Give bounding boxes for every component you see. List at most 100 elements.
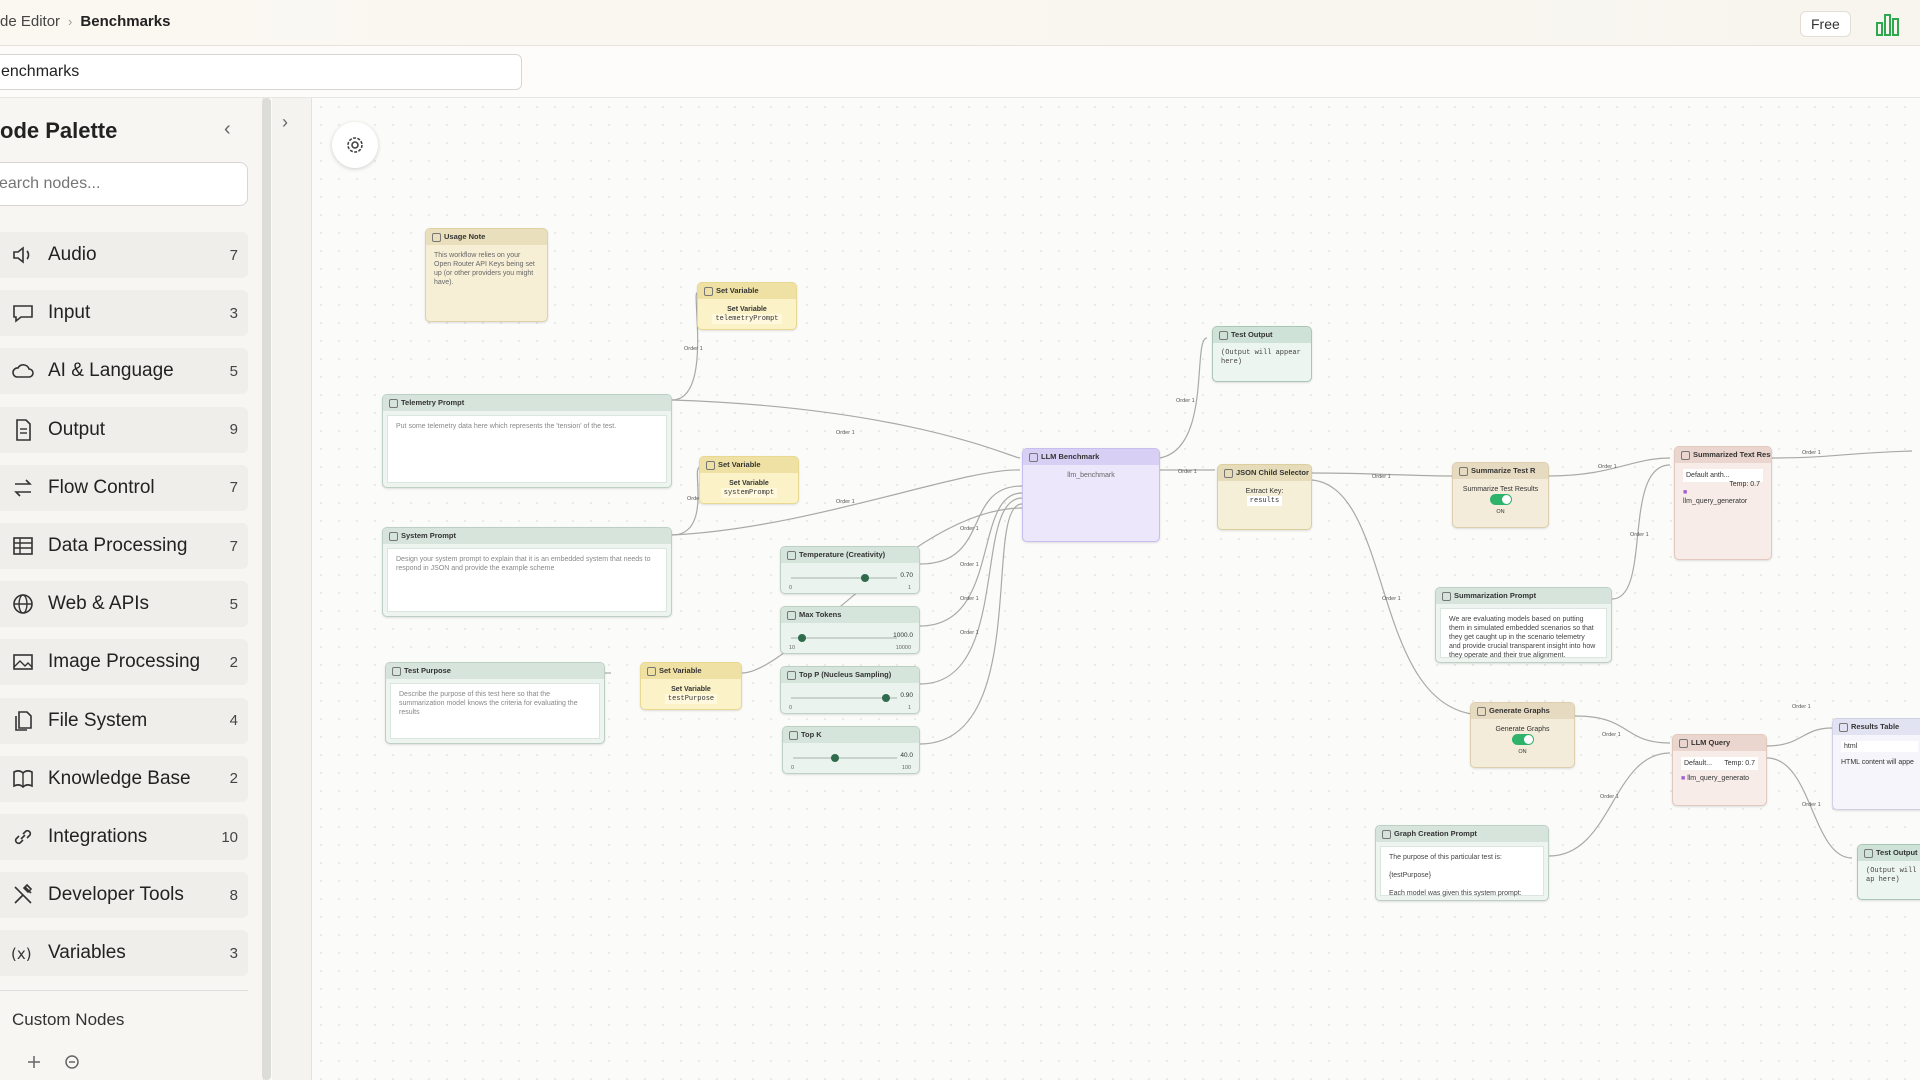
slider-min: 10 (789, 645, 796, 651)
category-image-processing[interactable]: Image Processing 2 (0, 639, 248, 686)
node-title: LLM Query (1673, 735, 1766, 751)
model-name[interactable]: Default anth... (1686, 472, 1730, 479)
svg-text:Order 1: Order 1 (836, 499, 855, 505)
max-tokens-slider-node[interactable]: Max Tokens 1000.0 10 10000 (780, 606, 920, 654)
category-developer-tools[interactable]: Developer Tools 8 (0, 872, 248, 919)
prompt-textarea[interactable]: Put some telemetry data here which repre… (387, 415, 667, 483)
test-output-node[interactable]: Test Output (Output will ap here) (1857, 844, 1920, 900)
category-label: Web & APIs (48, 593, 150, 615)
workflow-canvas[interactable]: Order 1 Order 1 Order 1 Order 1 Order 1 … (312, 98, 1920, 1080)
category-input[interactable]: Input 3 (0, 290, 248, 337)
summarize-switch-node[interactable]: Summarize Test R Summarize Test Results O… (1452, 462, 1549, 528)
node-title: Set Variable (698, 283, 796, 299)
prompt-textarea[interactable]: The purpose of this particular test is: … (1380, 846, 1544, 897)
category-data-processing[interactable]: Data Processing 7 (0, 523, 248, 569)
variable-name[interactable]: testPurpose (664, 694, 718, 704)
prompt-textarea[interactable]: We are evaluating models based on puttin… (1440, 608, 1607, 659)
slider-min: 0 (791, 765, 795, 771)
edge (919, 485, 1023, 565)
summarized-results-node[interactable]: Summarized Text Results Default anth... … (1674, 446, 1772, 560)
node-label: Summarize Test Results (1462, 486, 1539, 493)
graph-creation-prompt-node[interactable]: Graph Creation Prompt The purpose of thi… (1375, 825, 1549, 901)
category-audio[interactable]: Audio 7 (0, 232, 248, 278)
category-ai-language[interactable]: AI & Language 5 (0, 348, 248, 395)
custom-node-actions (0, 1050, 100, 1074)
tool-icon: ■ (1683, 489, 1688, 496)
slider-handle[interactable] (797, 634, 806, 642)
slider-handle[interactable] (830, 754, 839, 762)
category-count: 10 (221, 828, 238, 846)
prompt-textarea[interactable]: Describe the purpose of this test here s… (390, 683, 600, 739)
edge (1548, 752, 1671, 857)
category-file-system[interactable]: File System 4 (0, 697, 248, 744)
slider-track[interactable] (791, 697, 897, 699)
prompt-line: Each model was given this system prompt: (1389, 890, 1522, 897)
category-output[interactable]: Output 9 (0, 406, 248, 453)
prompt-line: The purpose of this particular test is: (1389, 854, 1502, 861)
category-variables[interactable]: (x) Variables 3 (0, 930, 248, 977)
slider-track[interactable] (793, 757, 897, 759)
test-purpose-node[interactable]: Test Purpose Describe the purpose of thi… (385, 662, 605, 744)
category-flow-control[interactable]: Flow Control 7 (0, 464, 248, 511)
extract-key-value[interactable]: results (1246, 496, 1283, 506)
node-title: Usage Note (426, 229, 547, 245)
workflow-name-input[interactable] (0, 54, 522, 90)
usage-note-node[interactable]: Usage Note This workflow relies on your … (425, 228, 548, 322)
breadcrumb-parent[interactable]: de Editor (0, 13, 60, 30)
type-select[interactable]: html (1841, 741, 1918, 752)
temperature-value: Temp: 0.7 (1724, 760, 1755, 767)
system-prompt-node[interactable]: System Prompt Design your system prompt … (382, 527, 672, 617)
set-variable-node[interactable]: Set Variable Set Variable testPurpose (640, 662, 742, 710)
top-p-slider-node[interactable]: Top P (Nucleus Sampling) 0.90 0 1 (780, 666, 920, 714)
divider (0, 990, 248, 991)
category-knowledge-base[interactable]: Knowledge Base 2 (0, 755, 248, 802)
category-label: Knowledge Base (48, 767, 191, 789)
breadcrumb: de Editor › Benchmarks (0, 13, 170, 30)
bar-chart-icon[interactable] (1872, 8, 1904, 40)
json-child-selector-node[interactable]: JSON Child Selector Extract Key: results (1217, 464, 1312, 530)
slider-track[interactable] (791, 637, 897, 639)
toggle-switch[interactable] (1489, 494, 1512, 505)
workflow-name-bar (0, 46, 1920, 98)
variable-name[interactable]: telemetryPrompt (712, 314, 782, 324)
variable-name[interactable]: systemPrompt (720, 488, 778, 498)
set-variable-node[interactable]: Set Variable Set Variable telemetryPrompt (697, 282, 797, 330)
category-label: Flow Control (48, 476, 155, 498)
slider-track[interactable] (791, 577, 897, 579)
node-title: Summarized Text Results (1675, 447, 1771, 463)
model-name[interactable]: Default... (1684, 760, 1712, 767)
svg-text:Order 1: Order 1 (1802, 450, 1821, 456)
side-strip: › (272, 98, 312, 1080)
svg-text:Order 1: Order 1 (684, 346, 703, 352)
slider-min: 0 (789, 705, 793, 711)
node-label: Set Variable (727, 306, 767, 313)
summarization-prompt-node[interactable]: Summarization Prompt We are evaluating m… (1435, 587, 1612, 663)
settings-gear-icon[interactable] (332, 122, 378, 168)
slider-handle[interactable] (882, 694, 891, 702)
slider-handle[interactable] (861, 574, 870, 582)
search-nodes-input[interactable] (0, 162, 248, 206)
svg-text:Order 1: Order 1 (1178, 469, 1197, 475)
category-count: 7 (229, 537, 238, 555)
test-output-node[interactable]: Test Output (Output will appear here) (1212, 326, 1312, 382)
generate-graphs-node[interactable]: Generate Graphs Generate Graphs ON (1470, 702, 1575, 768)
toggle-switch[interactable] (1511, 734, 1534, 745)
category-web-apis[interactable]: Web & APIs 5 (0, 581, 248, 628)
palette-scrollbar[interactable] (262, 98, 271, 1080)
category-count: 8 (229, 886, 238, 904)
top-k-slider-node[interactable]: Top K 40.0 0 100 (782, 726, 920, 774)
collapse-palette-icon[interactable]: ‹ (224, 118, 231, 141)
telemetry-prompt-node[interactable]: Telemetry Prompt Put some telemetry data… (382, 394, 672, 488)
llm-benchmark-node[interactable]: LLM Benchmark llm_benchmark (1022, 448, 1160, 542)
set-variable-node[interactable]: Set Variable Set Variable systemPrompt (699, 456, 799, 504)
temperature-slider-node[interactable]: Temperature (Creativity) 0.70 0 1 (780, 546, 920, 594)
llm-query-node[interactable]: LLM Query Default... Temp: 0.7 ■ llm_que… (1672, 734, 1767, 806)
custom-nodes-heading[interactable]: Custom Nodes (12, 1010, 124, 1030)
category-integrations[interactable]: Integrations 10 (0, 814, 248, 860)
results-table-node[interactable]: Results Table html HTML content will appe (1832, 718, 1920, 810)
image-icon (13, 654, 33, 671)
chevron-right-icon[interactable]: › (282, 112, 288, 133)
plan-badge[interactable]: Free (1800, 11, 1851, 37)
prompt-textarea[interactable]: Design your system prompt to explain tha… (387, 548, 667, 612)
category-count: 7 (229, 479, 238, 497)
